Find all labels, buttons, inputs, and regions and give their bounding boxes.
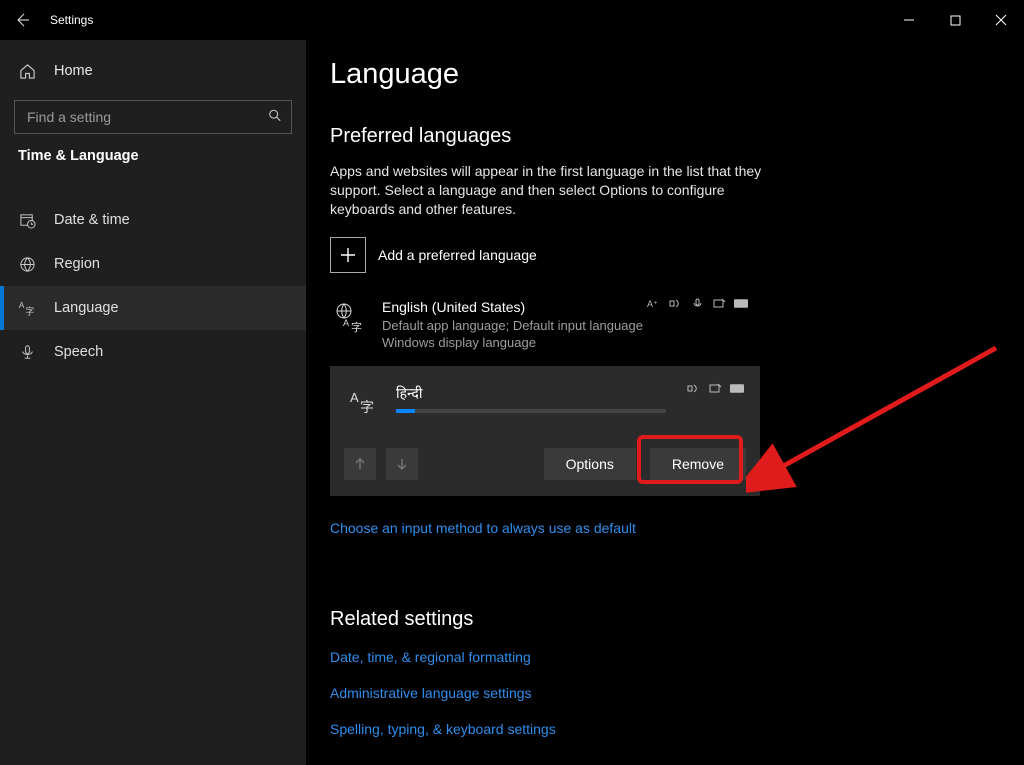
input-method-link[interactable]: Choose an input method to always use as …	[330, 520, 636, 536]
language-subtitle2: Windows display language	[382, 334, 750, 352]
related-heading: Related settings	[330, 608, 1000, 631]
microphone-icon	[18, 343, 36, 361]
keyboard-icon	[730, 382, 744, 396]
globe-language-icon: A 字	[330, 299, 368, 352]
svg-text:A: A	[19, 301, 25, 310]
arrow-up-icon	[353, 457, 367, 471]
move-up-button[interactable]	[344, 448, 376, 480]
add-language-row[interactable]: Add a preferred language	[330, 237, 1000, 273]
handwriting-icon	[708, 382, 722, 396]
tts-icon	[668, 297, 682, 311]
svg-text:A: A	[350, 390, 359, 405]
language-item-english[interactable]: A 字 English (United States) Default app …	[330, 295, 750, 356]
handwriting-icon	[712, 297, 726, 311]
sidebar-nav: Date & time Region A 字 Language	[0, 182, 306, 374]
related-link-admin[interactable]: Administrative language settings	[330, 685, 1000, 701]
svg-text:字: 字	[25, 305, 34, 316]
speech-icon	[690, 297, 704, 311]
sidebar-search	[14, 100, 292, 134]
title-bar: Settings	[0, 0, 1024, 40]
move-down-button[interactable]	[386, 448, 418, 480]
maximize-button[interactable]	[932, 4, 978, 36]
related-link-spelling[interactable]: Spelling, typing, & keyboard settings	[330, 721, 1000, 737]
page-title: Language	[330, 58, 1000, 91]
svg-text:字: 字	[360, 399, 374, 415]
svg-text:A⁺: A⁺	[647, 299, 658, 309]
globe-icon	[18, 255, 36, 273]
main-content: Language Preferred languages Apps and we…	[306, 40, 1024, 765]
language-az-icon: A 字	[18, 299, 36, 317]
language-az-icon: A 字	[344, 384, 382, 416]
sidebar-home[interactable]: Home	[0, 56, 306, 86]
lang-pack-icon: A⁺	[646, 297, 660, 311]
related-link-date-time[interactable]: Date, time, & regional formatting	[330, 649, 1000, 665]
window-title: Settings	[50, 13, 93, 27]
keyboard-icon	[734, 297, 748, 311]
language-subtitle: Default app language; Default input lang…	[382, 317, 750, 335]
arrow-down-icon	[395, 457, 409, 471]
settings-window: Settings Home	[0, 0, 1024, 765]
sidebar-item-language[interactable]: A 字 Language	[0, 286, 306, 330]
preferred-description: Apps and websites will appear in the fir…	[330, 162, 780, 219]
back-button[interactable]	[12, 10, 32, 30]
add-language-label: Add a preferred language	[378, 247, 537, 263]
options-button[interactable]: Options	[544, 448, 636, 480]
calendar-clock-icon	[18, 211, 36, 229]
language-item-hindi-card[interactable]: A 字 हिन्दी	[330, 366, 760, 496]
sidebar-item-region[interactable]: Region	[0, 242, 306, 286]
arrow-left-icon	[14, 12, 30, 28]
svg-text:字: 字	[351, 320, 362, 333]
sidebar-item-date-time[interactable]: Date & time	[0, 198, 306, 242]
sidebar-item-label: Region	[54, 256, 100, 272]
plus-icon	[340, 247, 356, 263]
close-icon	[995, 14, 1007, 26]
sidebar: Home Time & Language Date & time	[0, 40, 306, 765]
download-progress	[396, 409, 666, 413]
sidebar-item-label: Date & time	[54, 212, 130, 228]
sidebar-item-speech[interactable]: Speech	[0, 330, 306, 374]
tts-icon	[686, 382, 700, 396]
maximize-icon	[950, 15, 961, 26]
language-indicators: A⁺	[646, 297, 748, 311]
search-input[interactable]	[14, 100, 292, 134]
annotation-arrow	[746, 340, 1006, 500]
svg-text:A: A	[343, 318, 349, 328]
sidebar-section-label: Time & Language	[0, 148, 306, 164]
home-icon	[18, 62, 36, 80]
preferred-heading: Preferred languages	[330, 125, 1000, 148]
related-settings: Related settings Date, time, & regional …	[330, 608, 1000, 737]
close-button[interactable]	[978, 4, 1024, 36]
remove-button[interactable]: Remove	[650, 448, 746, 480]
language-indicators	[686, 382, 744, 396]
sidebar-item-label: Language	[54, 300, 119, 316]
search-icon	[268, 109, 282, 126]
add-language-button[interactable]	[330, 237, 366, 273]
minimize-icon	[903, 14, 915, 26]
sidebar-home-label: Home	[54, 63, 93, 79]
minimize-button[interactable]	[886, 4, 932, 36]
sidebar-item-label: Speech	[54, 344, 103, 360]
window-controls	[886, 4, 1024, 36]
